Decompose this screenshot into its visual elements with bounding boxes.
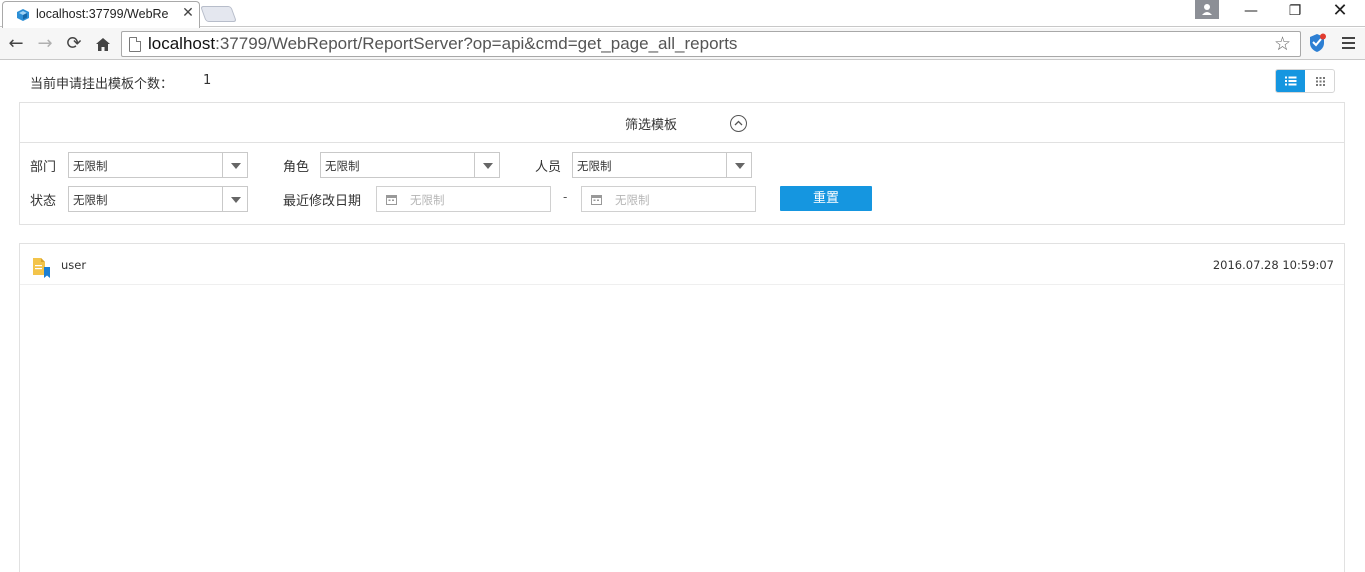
- filter-header: 筛选模板: [20, 103, 1344, 143]
- calendar-icon: [386, 195, 397, 205]
- restore-icon[interactable]: ❐: [1272, 0, 1318, 22]
- calendar-icon: [591, 195, 602, 205]
- status-select-value: 无限制: [73, 193, 108, 207]
- dropdown-arrow-icon[interactable]: [474, 153, 499, 177]
- department-select[interactable]: 无限制: [68, 152, 248, 178]
- page-icon: [129, 37, 141, 52]
- dropdown-arrow-icon[interactable]: [726, 153, 751, 177]
- role-select[interactable]: 无限制: [320, 152, 500, 178]
- report-file-icon: [33, 258, 50, 278]
- list-view-icon: [1285, 76, 1297, 86]
- browser-tab[interactable]: localhost:37799/WebRe ✕: [2, 1, 200, 28]
- dropdown-arrow-icon[interactable]: [222, 153, 247, 177]
- list-view-button[interactable]: [1276, 70, 1305, 92]
- collapse-up-icon[interactable]: [730, 115, 747, 132]
- new-tab-button[interactable]: [200, 6, 237, 22]
- report-modified-date: 2016.07.28 10:59:07: [1212, 258, 1334, 272]
- department-select-value: 无限制: [73, 159, 108, 173]
- date-range-separator: -: [563, 190, 568, 204]
- person-select[interactable]: 无限制: [572, 152, 752, 178]
- status-label: 状态: [30, 194, 57, 209]
- tab-strip: localhost:37799/WebRe ✕ — ❐ ✕: [0, 0, 1365, 28]
- forward-arrow-icon[interactable]: →: [33, 32, 57, 56]
- dropdown-arrow-icon[interactable]: [222, 187, 247, 211]
- url-text: localhost:37799/WebReport/ReportServer?o…: [148, 34, 738, 53]
- close-window-icon[interactable]: ✕: [1317, 0, 1363, 22]
- report-name: user: [61, 258, 87, 272]
- view-toggle: [1275, 69, 1335, 93]
- status-select[interactable]: 无限制: [68, 186, 248, 212]
- back-arrow-icon[interactable]: ←: [4, 32, 28, 56]
- shield-extension-icon[interactable]: [1308, 33, 1326, 53]
- date-to-placeholder: 无限制: [615, 193, 650, 207]
- cube-favicon-icon: [17, 9, 29, 21]
- address-bar[interactable]: localhost:37799/WebReport/ReportServer?o…: [121, 31, 1301, 57]
- report-list: user 2016.07.28 10:59:07: [19, 243, 1345, 572]
- list-item[interactable]: user 2016.07.28 10:59:07: [20, 244, 1344, 285]
- person-select-value: 无限制: [577, 159, 612, 173]
- profile-icon[interactable]: [1195, 0, 1219, 19]
- modified-date-label: 最近修改日期: [283, 194, 362, 209]
- filter-title: 筛选模板: [625, 118, 678, 133]
- department-label: 部门: [30, 160, 57, 175]
- date-from-placeholder: 无限制: [410, 193, 445, 207]
- bookmark-star-icon[interactable]: ☆: [1274, 33, 1291, 55]
- template-count-label: 当前申请挂出模板个数：: [30, 77, 174, 92]
- home-icon[interactable]: [91, 32, 115, 56]
- reload-icon[interactable]: ⟳: [62, 32, 86, 56]
- role-select-value: 无限制: [325, 159, 360, 173]
- person-label: 人员: [535, 160, 562, 175]
- date-to-input[interactable]: 无限制: [581, 186, 756, 212]
- role-label: 角色: [283, 160, 310, 175]
- template-count-value: 1: [203, 73, 212, 88]
- minimize-icon[interactable]: —: [1228, 0, 1274, 22]
- browser-toolbar: ← → ⟳ localhost:37799/WebReport/ReportSe…: [0, 28, 1365, 60]
- tab-title: localhost:37799/WebRe: [36, 7, 169, 21]
- grid-view-button[interactable]: [1306, 70, 1335, 92]
- date-from-input[interactable]: 无限制: [376, 186, 551, 212]
- grid-view-icon: [1316, 77, 1325, 86]
- browser-menu-icon[interactable]: [1338, 34, 1358, 52]
- reset-button[interactable]: 重置: [780, 186, 872, 211]
- tab-close-icon[interactable]: ✕: [180, 4, 196, 22]
